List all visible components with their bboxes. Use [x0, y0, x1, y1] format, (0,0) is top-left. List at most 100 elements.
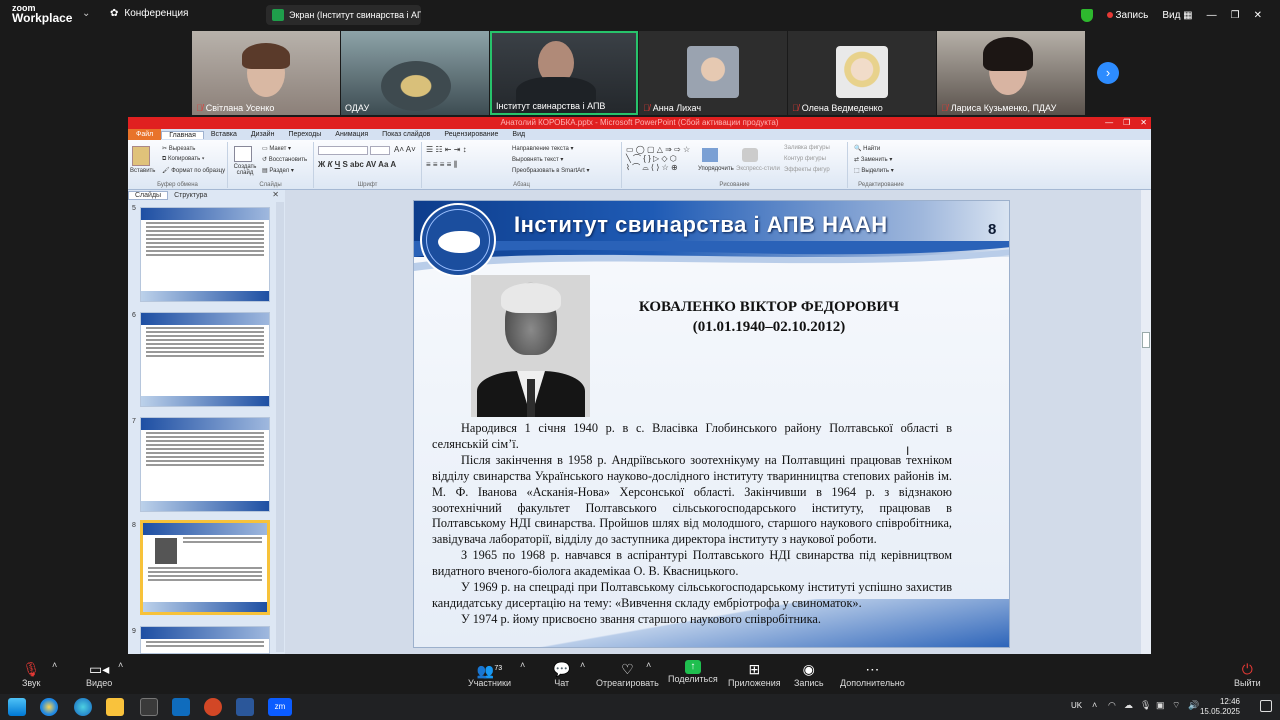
tab-slideshow[interactable]: Показ слайдов [375, 131, 437, 138]
new-slide-icon[interactable] [234, 146, 252, 162]
participant-tile[interactable]: 🎙̸ Анна Лихач [639, 31, 787, 115]
paste-button[interactable]: Вставить [130, 168, 155, 174]
file-explorer-icon[interactable] [106, 698, 124, 716]
zoom-app-icon[interactable]: zm [268, 698, 292, 716]
notifications-icon[interactable] [1260, 700, 1272, 712]
powerpoint-icon[interactable] [204, 698, 222, 716]
slide-thumbnail[interactable] [140, 207, 270, 302]
shape-outline-button[interactable]: Контур фигуры [784, 156, 826, 162]
font-size-select[interactable] [370, 146, 390, 155]
share-button[interactable]: ↑ Поделиться [668, 660, 718, 684]
shield-icon[interactable] [1080, 8, 1093, 22]
copy-button[interactable]: ⧉ Копировать ▾ [162, 156, 204, 163]
ppt-minimize-button[interactable]: — [1105, 117, 1113, 129]
view-button[interactable]: Вид ▦ [1162, 10, 1192, 21]
chevron-down-icon[interactable]: ⌄ [82, 8, 90, 19]
replace-button[interactable]: ⇄ Заменить ▾ [854, 156, 892, 163]
font-grow-icon[interactable]: A˄ A˅ [394, 145, 416, 154]
minimize-button[interactable]: — [1207, 10, 1217, 21]
tab-review[interactable]: Рецензирование [437, 131, 505, 138]
tab-transitions[interactable]: Переходы [281, 131, 328, 138]
paste-icon[interactable] [132, 146, 150, 166]
next-participants-button[interactable]: › [1097, 62, 1119, 84]
participant-tile[interactable]: 🎙̸ Світлана Усенко [192, 31, 340, 115]
edge-icon[interactable] [74, 698, 92, 716]
copilot-icon[interactable] [40, 698, 58, 716]
close-pane-icon[interactable]: ✕ [272, 190, 279, 199]
layout-button[interactable]: ▭ Макет ▾ [262, 145, 291, 152]
text-direction-button[interactable]: Направление текста ▾ [512, 145, 574, 152]
word-icon[interactable] [236, 698, 254, 716]
clock[interactable]: 12:46 15.05.2025 [1200, 697, 1240, 717]
participant-tile[interactable]: ОДАУ [341, 31, 489, 115]
slide-thumbnail[interactable] [140, 312, 270, 407]
audio-button[interactable]: 🎙 Звук [22, 660, 40, 688]
participants-button[interactable]: 👥73 Участники [468, 660, 511, 688]
tray-chevron-icon[interactable]: ˄ [1092, 700, 1097, 710]
video-options-caret[interactable]: ˄ [118, 660, 123, 670]
cut-button[interactable]: ✂ Вырезать [162, 145, 195, 152]
tab-animation[interactable]: Анимация [328, 131, 375, 138]
participants-options-caret[interactable]: ˄ [520, 660, 525, 670]
camera-icon[interactable]: ▣ [1156, 700, 1165, 711]
ppt-maximize-button[interactable]: ❐ [1123, 117, 1130, 129]
tab-design[interactable]: Дизайн [244, 131, 282, 138]
tab-slides[interactable]: Слайды [128, 191, 169, 200]
quick-styles-icon[interactable] [742, 148, 758, 162]
more-button[interactable]: ⋯ Дополнительно [840, 660, 905, 688]
pane-scrollbar[interactable] [276, 202, 284, 652]
wifi-icon[interactable]: ◠ [1108, 700, 1116, 711]
screen-share-indicator[interactable]: Экран (Інститут свинарства і АГ ⋯ [266, 5, 421, 25]
slide-thumbnail[interactable] [140, 417, 270, 512]
tab-insert[interactable]: Вставка [204, 131, 244, 138]
chat-options-caret[interactable]: ˄ [580, 660, 585, 670]
close-button[interactable]: ✕ [1254, 10, 1262, 21]
leave-button[interactable]: ⏻ Выйти [1234, 660, 1261, 688]
smartart-button[interactable]: Преобразовать в SmartArt ▾ [512, 167, 589, 174]
tab-outline[interactable]: Структура [168, 192, 213, 199]
bold-icon[interactable]: Ж К Ч S abc AV Aa A [318, 160, 396, 169]
video-button[interactable]: ▭◂ Видео [86, 660, 112, 688]
tab-view[interactable]: Вид [505, 131, 532, 138]
recording-indicator[interactable]: Запись [1106, 10, 1148, 21]
align-text-button[interactable]: Выровнять текст ▾ [512, 156, 563, 163]
network-icon[interactable]: ⌔ [1172, 700, 1180, 711]
participant-tile-active[interactable]: Інститут свинарства і АПВ [490, 31, 638, 115]
select-button[interactable]: ⬚ Выделить ▾ [854, 167, 894, 174]
meeting-info-button[interactable]: ✿ Конференция [110, 8, 188, 19]
quick-styles-button[interactable]: Экспресс-стили [736, 166, 780, 172]
participant-tile[interactable]: 🎙̸ Лариса Кузьменко, ПДАУ [937, 31, 1085, 115]
react-options-caret[interactable]: ˄ [646, 660, 651, 670]
canvas-scrollbar[interactable] [1141, 190, 1151, 654]
find-button[interactable]: 🔍 Найти [854, 145, 880, 152]
slide-thumbnail-selected[interactable] [140, 520, 270, 615]
arrange-icon[interactable] [702, 148, 718, 162]
ppt-close-button[interactable]: ✕ [1140, 117, 1147, 129]
font-name-select[interactable] [318, 146, 368, 155]
format-painter-button[interactable]: 🖌 Формат по образцу [162, 167, 225, 174]
scrollbar-thumb[interactable] [1142, 332, 1150, 348]
section-button[interactable]: ▤ Раздел ▾ [262, 167, 294, 174]
reset-button[interactable]: ↺ Восстановить [262, 156, 307, 163]
record-button[interactable]: ◉ Запись [794, 660, 824, 688]
tab-home[interactable]: Главная [161, 130, 204, 139]
store-icon[interactable] [140, 698, 158, 716]
shapes-gallery[interactable]: ▭ ◯ ▢ △ ⇒ ⇨ ☆ ╲ ⌒ { } ▷ ◇ ⬡ ⌇ ⌒ ⌓ ⟨ ⟩ ☆ ⊕ [626, 145, 690, 172]
outlook-icon[interactable] [172, 698, 190, 716]
audio-options-caret[interactable]: ˄ [52, 660, 57, 670]
chat-button[interactable]: 💬 Чат [553, 660, 570, 688]
volume-icon[interactable]: 🔊 [1188, 700, 1199, 711]
shape-fill-button[interactable]: Заливка фигуры [784, 145, 830, 151]
arrange-button[interactable]: Упорядочить [698, 166, 734, 172]
apps-button[interactable]: ⊞ Приложения [728, 660, 781, 688]
windows-start-icon[interactable] [8, 698, 26, 716]
new-slide-button[interactable]: Создать слайд [232, 164, 258, 176]
cloud-icon[interactable]: ☁ [1124, 700, 1133, 711]
shape-effects-button[interactable]: Эффекты фигур [784, 167, 830, 173]
mic-icon[interactable]: 🎙 [1140, 700, 1151, 711]
align-icon[interactable]: ≡ ≡ ≡ ≡ ⫼ [426, 160, 457, 170]
tab-file[interactable]: Файл [128, 129, 162, 140]
bullets-icon[interactable]: ☰ ☷ ⇤ ⇥ ↕ [426, 145, 467, 154]
participant-tile[interactable]: 🎙̸ Олена Ведмеденко [788, 31, 936, 115]
language-indicator[interactable]: UK [1071, 701, 1082, 710]
